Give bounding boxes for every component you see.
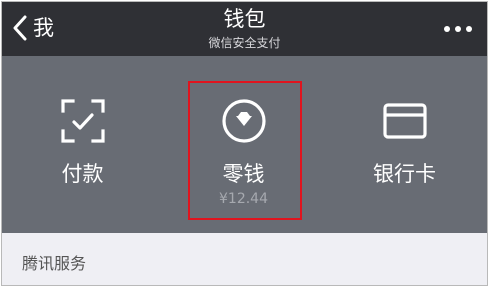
wallet-item-pay[interactable]: 付款 <box>2 56 163 233</box>
page-title: 钱包 <box>223 7 266 31</box>
app-window: 我 钱包 微信安全支付 付款 零钱 ¥12.44 银行卡 腾讯服务 <box>1 1 488 286</box>
wallet-item-label: 付款 <box>61 162 104 186</box>
page-subtitle: 微信安全支付 <box>208 36 281 50</box>
section-title: 腾讯服务 <box>22 254 87 273</box>
services-section: 腾讯服务 <box>2 233 487 285</box>
wallet-item-label: 零钱 <box>222 162 265 186</box>
more-button[interactable] <box>443 19 473 39</box>
top-navigation-bar: 我 钱包 微信安全支付 <box>2 2 487 56</box>
bank-card-icon <box>380 96 430 146</box>
more-dots-icon <box>443 19 473 39</box>
diamond-coin-icon <box>219 96 269 146</box>
wallet-item-change[interactable]: 零钱 ¥12.44 <box>163 56 324 233</box>
wallet-item-bank-card[interactable]: 银行卡 <box>324 56 485 233</box>
wallet-item-label: 银行卡 <box>373 162 436 186</box>
scan-pay-icon <box>58 96 108 146</box>
wallet-panel: 付款 零钱 ¥12.44 银行卡 <box>2 56 487 233</box>
balance-amount: ¥12.44 <box>219 191 268 207</box>
